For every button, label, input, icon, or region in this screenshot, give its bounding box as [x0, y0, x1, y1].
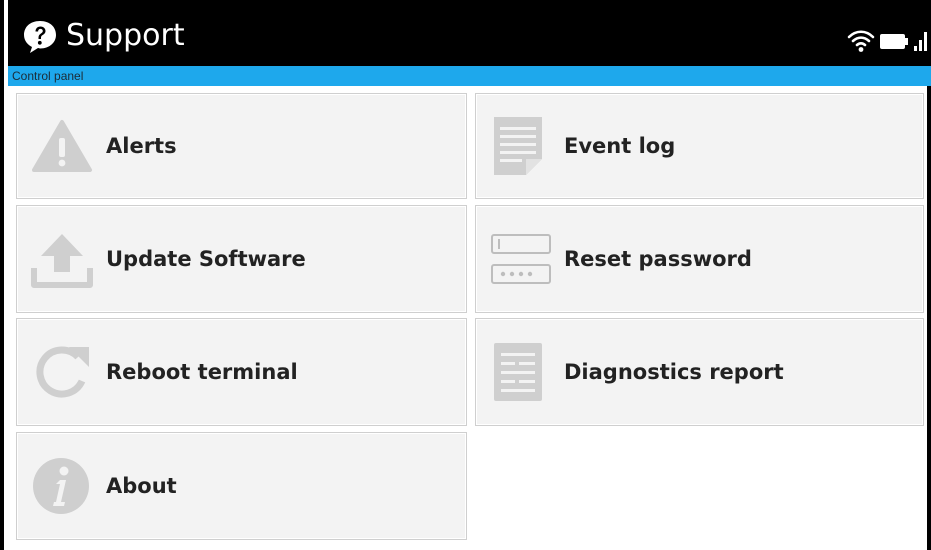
event-log-tile[interactable]: Event log	[475, 93, 924, 199]
upload-icon	[31, 234, 93, 288]
about-label: About	[106, 474, 177, 498]
password-field-icon	[491, 234, 551, 284]
diagnostics-report-tile[interactable]: Diagnostics report	[475, 318, 924, 426]
signal-strength-icon	[914, 32, 927, 51]
warning-triangle-icon	[32, 120, 92, 172]
help-icon	[24, 21, 56, 53]
info-icon	[33, 458, 89, 514]
battery-icon	[880, 34, 908, 49]
reset-password-tile[interactable]: Reset password	[475, 205, 924, 313]
alerts-tile[interactable]: Alerts	[16, 93, 467, 199]
report-icon	[494, 343, 542, 401]
update-software-tile[interactable]: Update Software	[16, 205, 467, 313]
update-software-label: Update Software	[106, 247, 306, 271]
app-window: Support Control panel Alerts Event log U…	[0, 0, 931, 550]
reboot-terminal-tile[interactable]: Reboot terminal	[16, 318, 467, 426]
page-title: Support	[66, 18, 185, 53]
about-tile[interactable]: About	[16, 432, 467, 540]
wifi-icon	[847, 30, 875, 52]
refresh-icon	[36, 346, 89, 398]
status-indicators	[847, 26, 929, 54]
alerts-label: Alerts	[106, 134, 177, 158]
reboot-terminal-label: Reboot terminal	[106, 360, 298, 384]
event-log-label: Event log	[564, 134, 676, 158]
title-bar: Support	[8, 0, 931, 66]
diagnostics-report-label: Diagnostics report	[564, 360, 784, 384]
breadcrumb-label[interactable]: Control panel	[12, 68, 83, 84]
breadcrumb: Control panel	[8, 66, 931, 86]
document-icon	[494, 117, 542, 175]
reset-password-label: Reset password	[564, 247, 752, 271]
